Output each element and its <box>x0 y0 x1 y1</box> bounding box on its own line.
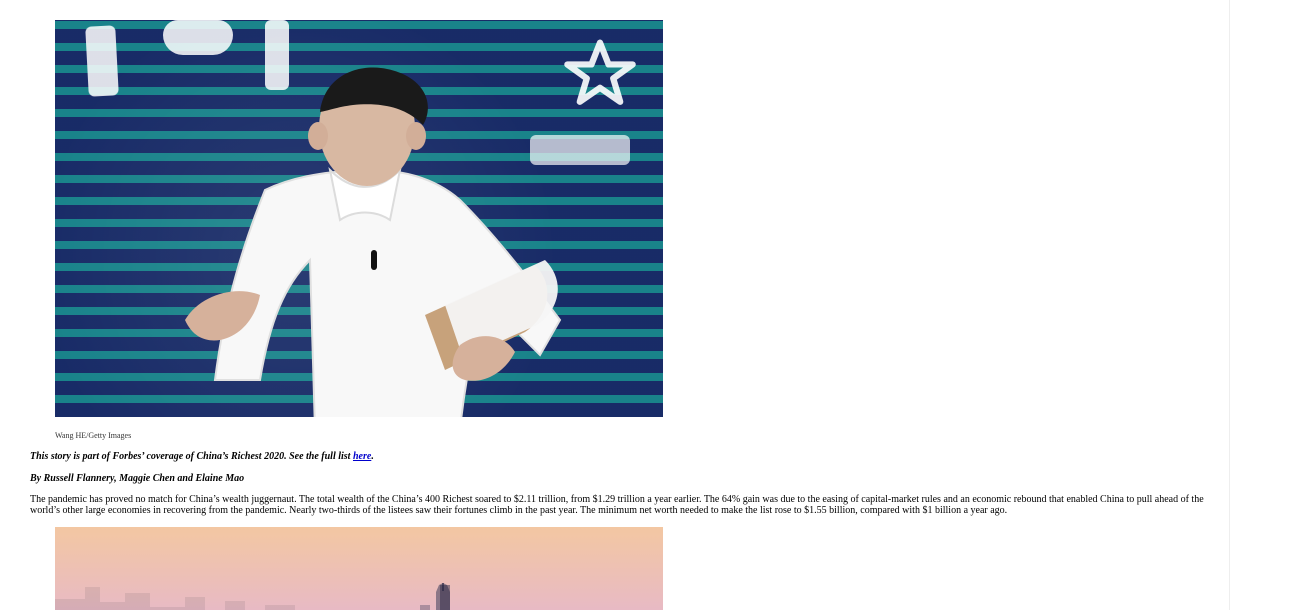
image-caption: Wang HE/Getty Images <box>55 431 132 440</box>
city-skyline <box>55 527 663 610</box>
skyline-image <box>55 527 663 610</box>
wall-shape-1 <box>85 25 119 97</box>
full-list-link[interactable]: here <box>353 451 371 462</box>
intro-text: This story is part of Forbes’ coverage o… <box>30 451 353 462</box>
intro-period: . <box>371 451 374 462</box>
byline: By Russell Flannery, Maggie Chen and Ela… <box>30 473 245 484</box>
article-paragraph: The pandemic has proved no match for Chi… <box>30 494 1204 516</box>
star-icon <box>564 39 636 105</box>
person-photo <box>185 67 562 417</box>
intro-line: This story is part of Forbes’ coverage o… <box>30 451 374 463</box>
hero-image <box>55 20 663 417</box>
article: Wang HE/Getty Images This story is part … <box>0 0 1230 610</box>
